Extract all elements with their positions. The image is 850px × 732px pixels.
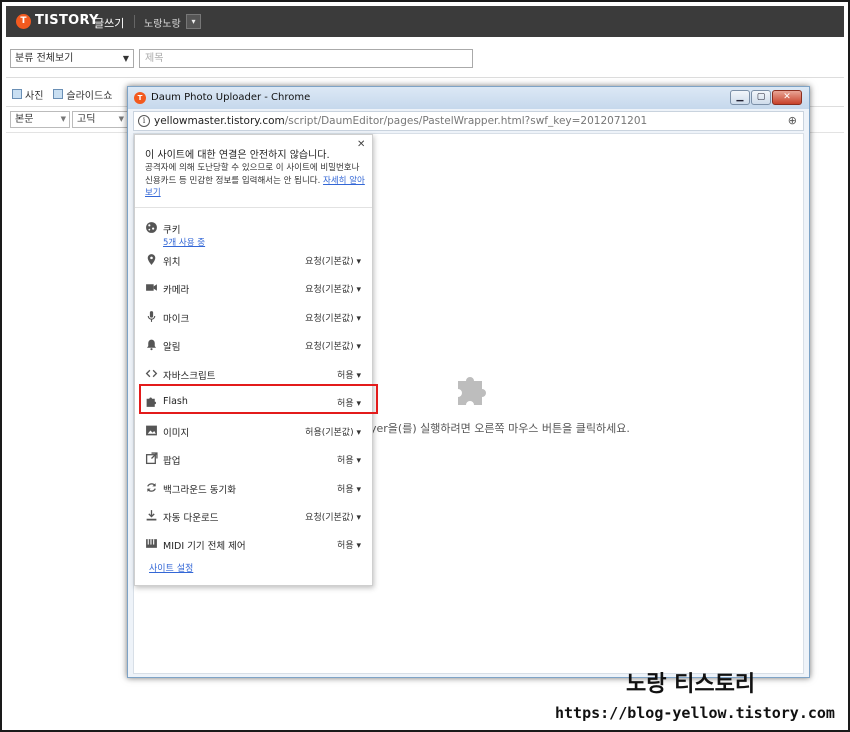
tistory-brand[interactable]: TISTORY	[35, 13, 99, 28]
slideshow-button-label: 슬라이드쇼	[66, 90, 113, 102]
permission-label: 위치	[163, 257, 181, 268]
window-title: Daum Photo Uploader - Chrome	[151, 92, 311, 103]
url-path: /script/DaumEditor/pages/PastelWrapper.h…	[284, 115, 648, 127]
permission-label: 자바스크립트	[163, 371, 216, 382]
permission-label: MIDI 기기 전체 제어	[163, 541, 246, 552]
format-select[interactable]: 본문 ▼	[10, 111, 70, 128]
permission-label: 알림	[163, 342, 181, 353]
url-host: yellowmaster.tistory.com	[154, 115, 285, 127]
watermark-name: 노랑 티스토리	[626, 672, 756, 697]
permission-label: 마이크	[163, 314, 190, 325]
info-icon[interactable]: i	[138, 115, 150, 127]
permission-label: 쿠키	[163, 225, 181, 236]
divider	[135, 207, 372, 208]
cookies-in-use-link[interactable]: 5개 사용 중	[163, 236, 205, 248]
permission-row-10[interactable]: 자동 다운로드 요청(기본값)	[145, 506, 367, 526]
blog-name[interactable]: 노랑노랑	[144, 15, 181, 30]
location-icon	[147, 254, 156, 265]
permission-cookie[interactable]: 쿠키	[145, 218, 367, 238]
chevron-down-icon: ▼	[122, 54, 129, 63]
tistory-editor-page: T TISTORY 글쓰기 노랑노랑 ▾ 분류 전체보기 ▼ 제목 사진 슬라이…	[6, 6, 844, 726]
permission-value-dropdown[interactable]: 요청(기본값)	[305, 510, 361, 523]
blog-dropdown-button[interactable]: ▾	[186, 14, 201, 29]
permission-row-5[interactable]: 자바스크립트 허용	[145, 364, 367, 384]
tistory-logo-icon: T	[16, 14, 31, 29]
topbar-divider	[134, 15, 135, 28]
permission-label: 이미지	[163, 428, 190, 439]
permission-row-3[interactable]: 마이크 요청(기본값)	[145, 307, 367, 327]
window-content: yer을(를) 실행하려면 오른쪽 마우스 버튼을 클릭하세요. ✕ 이 사이트…	[133, 133, 804, 674]
permission-value-dropdown[interactable]: 허용	[337, 482, 361, 495]
permission-value-dropdown[interactable]: 요청(기본값)	[305, 254, 361, 267]
maximize-button[interactable]: ▢	[751, 90, 771, 105]
editor-attach-toolbar: 사진 슬라이드쇼	[12, 86, 122, 102]
permission-row-2[interactable]: 카메라 요청(기본값)	[145, 278, 367, 298]
photo-uploader-window: T Daum Photo Uploader - Chrome ▁ ▢ ✕ i y…	[127, 86, 810, 678]
window-titlebar[interactable]: T Daum Photo Uploader - Chrome ▁ ▢ ✕	[128, 87, 809, 109]
plugin-message: yer을(를) 실행하려면 오른쪽 마우스 버튼을 클릭하세요.	[370, 422, 630, 435]
chevron-down-icon: ▼	[118, 115, 124, 123]
zoom-icon[interactable]: ⊕	[788, 114, 797, 127]
permission-value-dropdown[interactable]: 허용	[337, 368, 361, 381]
flash-highlight-box	[139, 384, 378, 414]
close-window-button[interactable]: ✕	[772, 90, 802, 105]
tistory-topbar: T TISTORY 글쓰기 노랑노랑 ▾	[6, 6, 844, 37]
permission-row-8[interactable]: 팝업 허용	[145, 449, 367, 469]
permission-label: 카메라	[163, 285, 190, 296]
divider	[6, 77, 844, 78]
close-icon[interactable]: ✕	[357, 139, 365, 150]
tistory-logo-icon: T	[134, 92, 146, 104]
chevron-down-icon: ▼	[60, 115, 66, 123]
title-input[interactable]: 제목	[139, 49, 473, 68]
camera-icon	[146, 284, 157, 291]
download-icon	[146, 510, 157, 521]
photo-icon	[12, 89, 22, 99]
permission-value-dropdown[interactable]: 요청(기본값)	[305, 311, 361, 324]
permission-value-dropdown[interactable]: 요청(기본값)	[305, 282, 361, 295]
category-select[interactable]: 분류 전체보기 ▼	[10, 49, 134, 68]
site-info-heading: 이 사이트에 대한 연결은 안전하지 않습니다.	[145, 150, 330, 161]
bell-icon	[146, 339, 157, 351]
permission-row-7[interactable]: 이미지 허용(기본값)	[145, 421, 367, 441]
font-select[interactable]: 고딕 ▼	[72, 111, 128, 128]
permission-label: 팝업	[163, 456, 181, 467]
permission-label: 자동 다운로드	[163, 513, 219, 524]
permission-row-1[interactable]: 위치 요청(기본값)	[145, 250, 367, 270]
image-icon	[146, 425, 157, 436]
midi-icon	[146, 539, 157, 548]
code-icon	[145, 369, 158, 378]
mic-icon	[147, 311, 156, 322]
minimize-button[interactable]: ▁	[730, 90, 750, 105]
permission-row-11[interactable]: MIDI 기기 전체 제어 허용	[145, 534, 367, 554]
site-info-description: 공격자에 의해 도난당할 수 있으므로 이 사이트에 비밀번호나 신용카드 등 …	[145, 162, 367, 200]
slideshow-icon	[53, 89, 64, 99]
slideshow-button[interactable]: 슬라이드쇼	[53, 87, 112, 102]
sync-icon	[147, 483, 156, 492]
font-select-value: 고딕	[77, 114, 96, 125]
category-select-value: 분류 전체보기	[15, 53, 74, 64]
site-settings-link[interactable]: 사이트 설정	[149, 561, 193, 574]
photo-button-label: 사진	[25, 90, 44, 102]
popup-icon	[145, 452, 158, 465]
url-text: yellowmaster.tistory.com/script/DaumEdit…	[154, 115, 647, 127]
address-bar[interactable]: i yellowmaster.tistory.com/script/DaumEd…	[133, 111, 804, 131]
format-select-value: 본문	[15, 114, 34, 125]
permission-row-4[interactable]: 알림 요청(기본값)	[145, 335, 367, 355]
permission-label: 백그라운드 동기화	[163, 485, 236, 496]
permission-value-dropdown[interactable]: 허용	[337, 538, 361, 551]
write-label: 글쓰기	[94, 17, 125, 30]
permission-value-dropdown[interactable]: 허용(기본값)	[305, 425, 361, 438]
permission-value-dropdown[interactable]: 요청(기본값)	[305, 339, 361, 352]
permission-row-9[interactable]: 백그라운드 동기화 허용	[145, 478, 367, 498]
site-info-popup: ✕ 이 사이트에 대한 연결은 안전하지 않습니다. 공격자에 의해 도난당할 …	[134, 134, 373, 586]
plugin-puzzle-icon[interactable]	[452, 369, 492, 409]
permission-value-dropdown[interactable]: 허용	[337, 453, 361, 466]
photo-button[interactable]: 사진	[12, 87, 43, 102]
watermark-url: https://blog-yellow.tistory.com	[555, 704, 835, 722]
cookie-icon	[146, 222, 157, 233]
